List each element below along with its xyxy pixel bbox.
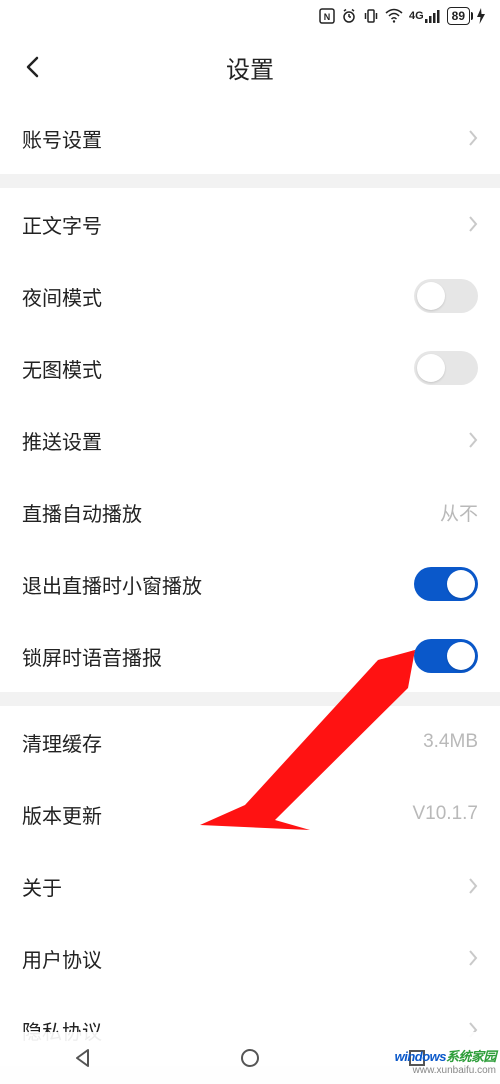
group-system: 清理缓存 3.4MB 版本更新 V10.1.7 关于 用户协议 隐私协议: [0, 706, 500, 1066]
row-label: 账号设置: [22, 124, 102, 153]
chevron-left-icon: [25, 56, 39, 78]
charging-icon: [476, 8, 486, 24]
row-about[interactable]: 关于: [0, 850, 500, 922]
square-recent-icon: [407, 1048, 427, 1068]
row-label: 夜间模式: [22, 282, 102, 311]
row-label: 锁屏时语音播报: [22, 642, 162, 671]
row-value: V10.1.7: [413, 803, 479, 825]
nav-home-button[interactable]: [236, 1044, 264, 1072]
row-font-size[interactable]: 正文字号: [0, 188, 500, 260]
nfc-icon: N: [319, 8, 335, 24]
network-label: 4G: [409, 10, 424, 22]
battery-indicator: 89: [447, 7, 470, 25]
svg-text:N: N: [324, 12, 331, 22]
row-label: 用户协议: [22, 944, 102, 973]
row-push-settings[interactable]: 推送设置: [0, 404, 500, 476]
row-label: 关于: [22, 872, 62, 901]
row-label: 无图模式: [22, 354, 102, 383]
row-lock-voice: 锁屏时语音播报: [0, 620, 500, 692]
status-bar: N 4G 89: [0, 0, 500, 32]
row-value: 3.4MB: [423, 731, 478, 753]
row-value: 从不: [440, 499, 478, 526]
header: 设置: [0, 32, 500, 102]
row-clear-cache[interactable]: 清理缓存 3.4MB: [0, 706, 500, 778]
battery-value: 89: [452, 9, 465, 23]
row-label: 清理缓存: [22, 728, 102, 757]
row-label: 版本更新: [22, 800, 102, 829]
row-live-autoplay[interactable]: 直播自动播放 从不: [0, 476, 500, 548]
chevron-right-icon: [468, 950, 478, 966]
vibrate-icon: [363, 8, 379, 24]
system-nav-bar: [0, 1032, 500, 1084]
triangle-back-icon: [72, 1047, 94, 1069]
nav-back-button[interactable]: [69, 1044, 97, 1072]
chevron-right-icon: [468, 130, 478, 146]
toggle-no-image[interactable]: [414, 351, 478, 385]
nav-recent-button[interactable]: [403, 1044, 431, 1072]
circle-home-icon: [239, 1047, 261, 1069]
chevron-right-icon: [468, 878, 478, 894]
network-icon: 4G: [409, 9, 441, 23]
row-label: 直播自动播放: [22, 498, 142, 527]
row-user-agreement[interactable]: 用户协议: [0, 922, 500, 994]
page-title: 设置: [226, 50, 274, 85]
chevron-right-icon: [468, 216, 478, 232]
row-night-mode: 夜间模式: [0, 260, 500, 332]
row-account-settings[interactable]: 账号设置: [0, 102, 500, 174]
alarm-icon: [341, 8, 357, 24]
row-exit-pip: 退出直播时小窗播放: [0, 548, 500, 620]
toggle-night-mode[interactable]: [414, 279, 478, 313]
wifi-icon: [385, 8, 403, 24]
toggle-lock-voice[interactable]: [414, 639, 478, 673]
row-version-update[interactable]: 版本更新 V10.1.7: [0, 778, 500, 850]
row-label: 正文字号: [22, 210, 102, 239]
chevron-right-icon: [468, 432, 478, 448]
group-display: 正文字号 夜间模式 无图模式 推送设置 直播自动播放 从不 退出直播时小窗播放 …: [0, 188, 500, 692]
row-no-image-mode: 无图模式: [0, 332, 500, 404]
row-label: 推送设置: [22, 426, 102, 455]
toggle-exit-pip[interactable]: [414, 567, 478, 601]
row-label: 退出直播时小窗播放: [22, 570, 202, 599]
back-button[interactable]: [18, 53, 46, 81]
